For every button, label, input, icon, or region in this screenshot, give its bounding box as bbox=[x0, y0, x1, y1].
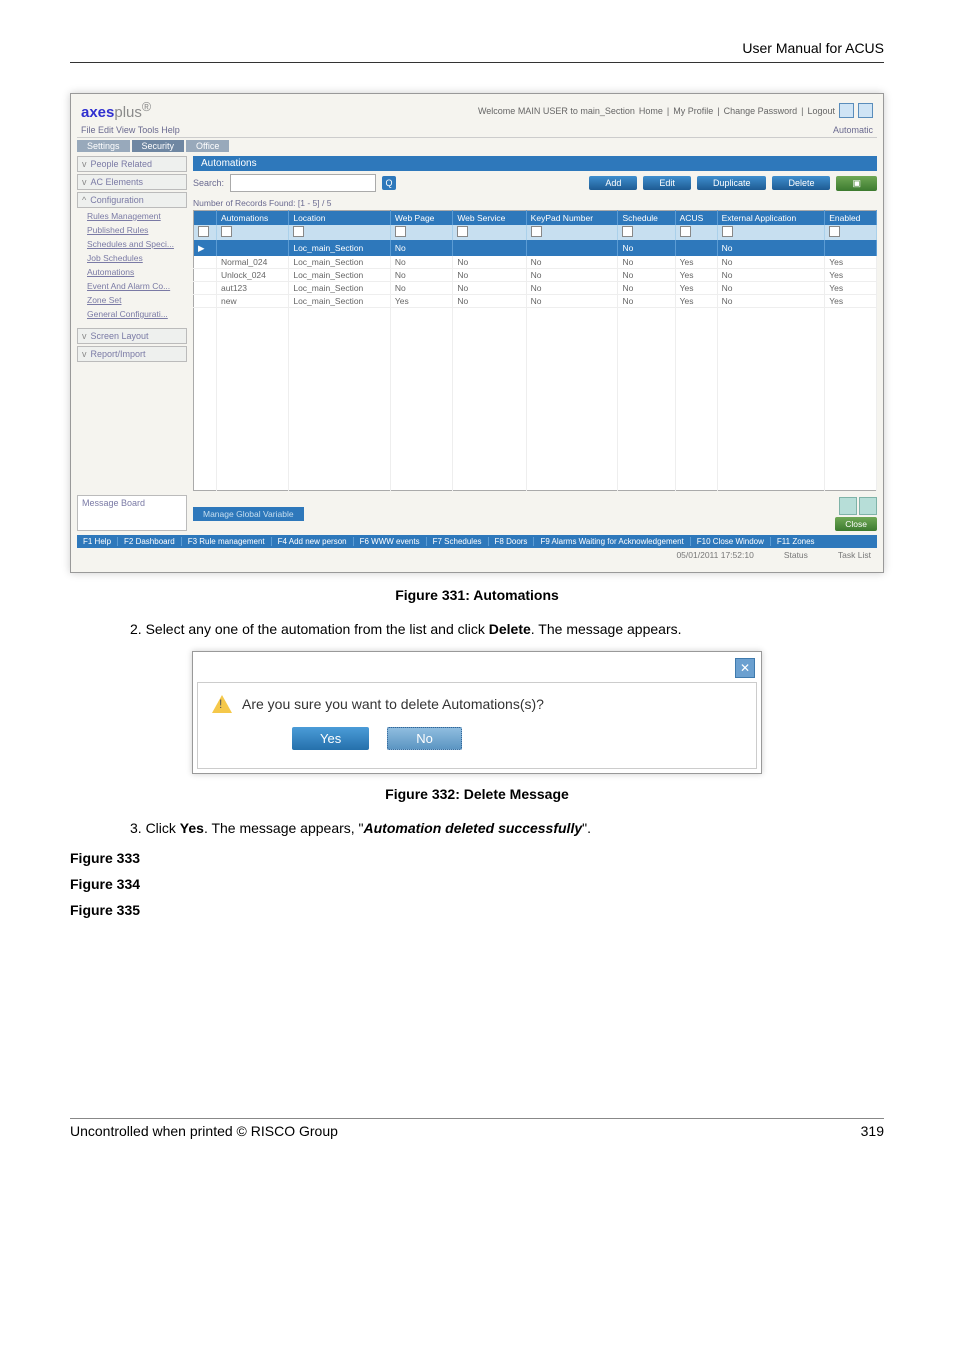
grid-header-row: Automations Location Web Page Web Servic… bbox=[194, 211, 877, 226]
sidebar-report-import[interactable]: vReport/Import bbox=[77, 346, 187, 362]
delete-dialog: ✕ Are you sure you want to delete Automa… bbox=[192, 651, 762, 774]
table-row[interactable]: newLoc_main_SectionYesNoNoNoYesNoYes bbox=[194, 295, 877, 308]
sidebar-people-related[interactable]: vPeople Related bbox=[77, 156, 187, 172]
window-minimize-icon[interactable] bbox=[839, 103, 854, 118]
duplicate-button[interactable]: Duplicate bbox=[697, 176, 767, 190]
edit-button[interactable]: Edit bbox=[643, 176, 691, 190]
dialog-message: Are you sure you want to delete Automati… bbox=[242, 696, 544, 712]
doc-header: User Manual for ACUS bbox=[70, 40, 884, 63]
sidebar-item-general-config[interactable]: General Configurati... bbox=[77, 308, 187, 320]
record-count: Number of Records Found: [1 - 5] / 5 bbox=[193, 198, 877, 208]
add-button[interactable]: Add bbox=[589, 176, 637, 190]
task-list-link[interactable]: Task List bbox=[838, 550, 871, 560]
figure-335-label: Figure 335 bbox=[70, 902, 884, 918]
layout-icon[interactable] bbox=[859, 497, 877, 515]
app-logo: axesplus® bbox=[81, 100, 151, 121]
footer-left: Uncontrolled when printed © RISCO Group bbox=[70, 1123, 338, 1139]
panel-title: Automations bbox=[193, 156, 877, 171]
sidebar-item-schedules[interactable]: Schedules and Speci... bbox=[77, 238, 187, 250]
manage-global-variable-button[interactable]: Manage Global Variable bbox=[193, 507, 304, 521]
export-button[interactable]: ▣ bbox=[836, 176, 877, 191]
tab-office[interactable]: Office bbox=[186, 140, 229, 152]
page-footer: Uncontrolled when printed © RISCO Group … bbox=[70, 1118, 884, 1139]
table-row[interactable]: Unlock_024Loc_main_SectionNoNoNoNoYesNoY… bbox=[194, 269, 877, 282]
close-button[interactable]: Close bbox=[835, 517, 877, 531]
search-icon[interactable]: Q bbox=[382, 176, 396, 190]
warning-icon bbox=[212, 695, 232, 713]
tab-settings[interactable]: Settings bbox=[77, 140, 130, 152]
status-bar: F1 Help F2 Dashboard F3 Rule management … bbox=[77, 535, 877, 548]
search-input[interactable] bbox=[230, 174, 376, 192]
sidebar-item-published[interactable]: Published Rules bbox=[77, 224, 187, 236]
sidebar-item-automations[interactable]: Automations bbox=[77, 266, 187, 278]
my-profile-link[interactable]: My Profile bbox=[673, 106, 713, 116]
logout-link[interactable]: Logout bbox=[807, 106, 835, 116]
figure-331-caption: Figure 331: Automations bbox=[70, 587, 884, 603]
close-icon[interactable]: ✕ bbox=[735, 658, 755, 678]
no-button[interactable]: No bbox=[387, 727, 462, 750]
menu-bar[interactable]: File Edit View Tools Help bbox=[81, 125, 180, 135]
status-time: 05/01/2011 17:52:10 bbox=[676, 550, 753, 560]
app-screenshot: axesplus® Welcome MAIN USER to main_Sect… bbox=[70, 93, 884, 573]
table-row[interactable]: aut123Loc_main_SectionNoNoNoNoYesNoYes bbox=[194, 282, 877, 295]
welcome-text: Welcome MAIN USER to main_Section bbox=[478, 106, 635, 116]
grid-filter-row[interactable] bbox=[194, 225, 877, 240]
sidebar: vPeople Related vAC Elements ^Configurat… bbox=[77, 156, 187, 531]
data-grid[interactable]: Automations Location Web Page Web Servic… bbox=[193, 210, 877, 491]
sidebar-item-job-schedules[interactable]: Job Schedules bbox=[77, 252, 187, 264]
sidebar-item-rules[interactable]: Rules Management bbox=[77, 210, 187, 222]
table-row[interactable]: Normal_024Loc_main_SectionNoNoNoNoYesNoY… bbox=[194, 256, 877, 269]
sidebar-item-zone-set[interactable]: Zone Set bbox=[77, 294, 187, 306]
layout-icon[interactable] bbox=[839, 497, 857, 515]
status-link[interactable]: Status bbox=[784, 550, 808, 560]
change-password-link[interactable]: Change Password bbox=[724, 106, 798, 116]
main-panel: Automations Search: Q Add Edit Duplicate… bbox=[193, 156, 877, 531]
search-label: Search: bbox=[193, 178, 224, 188]
empty-rows bbox=[194, 308, 877, 491]
window-close-icon[interactable] bbox=[858, 103, 873, 118]
page-number: 319 bbox=[861, 1123, 884, 1139]
delete-button[interactable]: Delete bbox=[772, 176, 830, 190]
figure-332-caption: Figure 332: Delete Message bbox=[70, 786, 884, 802]
message-board: Message Board bbox=[77, 495, 187, 531]
step-3: 3. Click Yes. The message appears, "Auto… bbox=[130, 820, 884, 836]
sidebar-ac-elements[interactable]: vAC Elements bbox=[77, 174, 187, 190]
automatic-label: Automatic bbox=[833, 125, 873, 135]
step-2: 2. Select any one of the automation from… bbox=[130, 621, 884, 637]
figure-334-label: Figure 334 bbox=[70, 876, 884, 892]
figure-333-label: Figure 333 bbox=[70, 850, 884, 866]
tab-security[interactable]: Security bbox=[132, 140, 185, 152]
home-link[interactable]: Home bbox=[639, 106, 663, 116]
sidebar-configuration[interactable]: ^Configuration bbox=[77, 192, 187, 208]
yes-button[interactable]: Yes bbox=[292, 727, 369, 750]
sidebar-item-event-alarm[interactable]: Event And Alarm Co... bbox=[77, 280, 187, 292]
grid-selected-row[interactable]: ▶Loc_main_SectionNoNoNo bbox=[194, 240, 877, 256]
sidebar-screen-layout[interactable]: vScreen Layout bbox=[77, 328, 187, 344]
